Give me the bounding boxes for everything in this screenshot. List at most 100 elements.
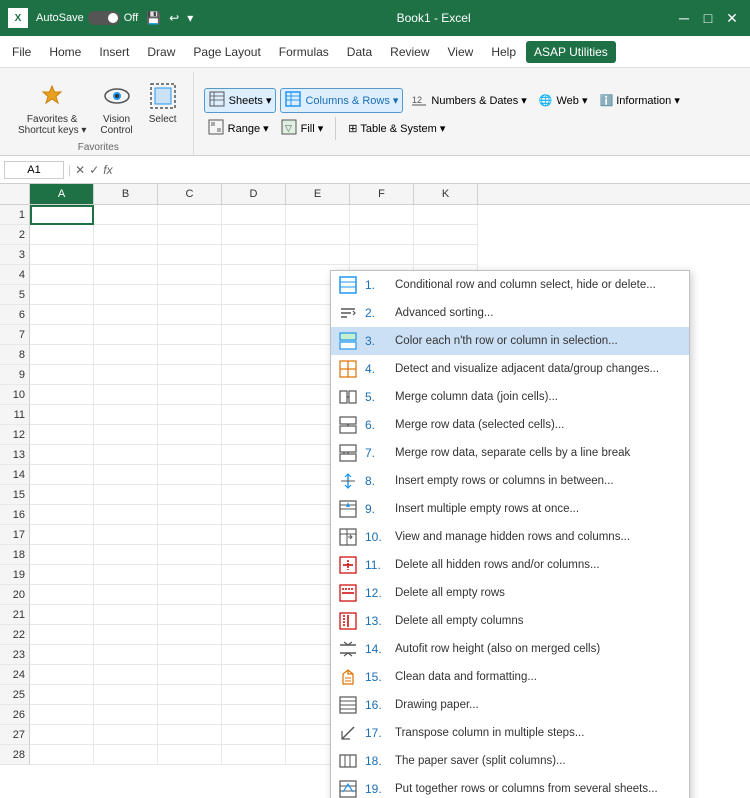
- spreadsheet-cell[interactable]: [222, 745, 286, 765]
- spreadsheet-cell[interactable]: [158, 505, 222, 525]
- spreadsheet-cell[interactable]: [30, 565, 94, 585]
- spreadsheet-cell[interactable]: [30, 245, 94, 265]
- spreadsheet-cell[interactable]: [414, 205, 478, 225]
- menu-asap-utilities[interactable]: ASAP Utilities: [526, 41, 616, 63]
- spreadsheet-cell[interactable]: [94, 705, 158, 725]
- spreadsheet-cell[interactable]: [158, 705, 222, 725]
- spreadsheet-cell[interactable]: [94, 365, 158, 385]
- dropdown-menu-item[interactable]: 16.Drawing paper...: [331, 691, 689, 719]
- spreadsheet-cell[interactable]: [94, 585, 158, 605]
- dropdown-menu-item[interactable]: 15.Clean data and formatting...: [331, 663, 689, 691]
- spreadsheet-cell[interactable]: [94, 245, 158, 265]
- table-system-dropdown-button[interactable]: ⊞ Table & System ▾: [344, 117, 449, 140]
- favorites-shortcut-keys-button[interactable]: Favorites &Shortcut keys ▾: [12, 76, 92, 140]
- spreadsheet-cell[interactable]: [94, 465, 158, 485]
- spreadsheet-cell[interactable]: [222, 645, 286, 665]
- sheets-dropdown-button[interactable]: Sheets ▾: [204, 88, 277, 113]
- spreadsheet-cell[interactable]: [30, 725, 94, 745]
- numbers-dates-dropdown-button[interactable]: 12 Numbers & Dates ▾: [407, 88, 530, 113]
- formula-input[interactable]: [117, 161, 746, 179]
- spreadsheet-cell[interactable]: [222, 405, 286, 425]
- dropdown-menu-item[interactable]: 4.Detect and visualize adjacent data/gro…: [331, 355, 689, 383]
- spreadsheet-cell[interactable]: [222, 485, 286, 505]
- spreadsheet-cell[interactable]: [286, 225, 350, 245]
- dropdown-menu-item[interactable]: 13.Delete all empty columns: [331, 607, 689, 635]
- spreadsheet-cell[interactable]: [158, 745, 222, 765]
- spreadsheet-cell[interactable]: [222, 385, 286, 405]
- dropdown-menu-item[interactable]: 1.Conditional row and column select, hid…: [331, 271, 689, 299]
- spreadsheet-cell[interactable]: [94, 285, 158, 305]
- save-icon[interactable]: 💾: [146, 11, 161, 25]
- spreadsheet-cell[interactable]: [30, 225, 94, 245]
- col-header-a[interactable]: A: [30, 184, 94, 204]
- spreadsheet-cell[interactable]: [158, 285, 222, 305]
- spreadsheet-cell[interactable]: [30, 485, 94, 505]
- spreadsheet-cell[interactable]: [94, 665, 158, 685]
- menu-insert[interactable]: Insert: [91, 41, 137, 63]
- spreadsheet-cell[interactable]: [158, 265, 222, 285]
- spreadsheet-cell[interactable]: [222, 565, 286, 585]
- spreadsheet-cell[interactable]: [158, 485, 222, 505]
- spreadsheet-cell[interactable]: [158, 425, 222, 445]
- menu-draw[interactable]: Draw: [139, 41, 183, 63]
- col-header-e[interactable]: E: [286, 184, 350, 204]
- spreadsheet-cell[interactable]: [30, 465, 94, 485]
- spreadsheet-cell[interactable]: [350, 245, 414, 265]
- spreadsheet-cell[interactable]: [158, 625, 222, 645]
- spreadsheet-cell[interactable]: [30, 285, 94, 305]
- spreadsheet-cell[interactable]: [222, 685, 286, 705]
- insert-function-icon[interactable]: fx: [103, 163, 112, 177]
- spreadsheet-cell[interactable]: [222, 625, 286, 645]
- spreadsheet-cell[interactable]: [222, 225, 286, 245]
- spreadsheet-cell[interactable]: [94, 265, 158, 285]
- spreadsheet-cell[interactable]: [222, 445, 286, 465]
- dropdown-menu-item[interactable]: 8.Insert empty rows or columns in betwee…: [331, 467, 689, 495]
- spreadsheet-cell[interactable]: [158, 565, 222, 585]
- spreadsheet-cell[interactable]: [30, 665, 94, 685]
- spreadsheet-cell[interactable]: [30, 405, 94, 425]
- name-box[interactable]: [4, 161, 64, 179]
- spreadsheet-cell[interactable]: [222, 365, 286, 385]
- spreadsheet-cell[interactable]: [30, 305, 94, 325]
- dropdown-menu-item[interactable]: 10.View and manage hidden rows and colum…: [331, 523, 689, 551]
- dropdown-menu-item[interactable]: 18.The paper saver (split columns)...: [331, 747, 689, 775]
- spreadsheet-cell[interactable]: [94, 505, 158, 525]
- spreadsheet-cell[interactable]: [222, 265, 286, 285]
- select-button[interactable]: Select: [141, 76, 185, 140]
- spreadsheet-cell[interactable]: [158, 385, 222, 405]
- spreadsheet-cell[interactable]: [30, 365, 94, 385]
- menu-page-layout[interactable]: Page Layout: [185, 41, 268, 63]
- spreadsheet-cell[interactable]: [30, 505, 94, 525]
- dropdown-menu-item[interactable]: 2.Advanced sorting...: [331, 299, 689, 327]
- menu-help[interactable]: Help: [483, 41, 524, 63]
- autosave-toggle[interactable]: [88, 11, 120, 25]
- spreadsheet-cell[interactable]: [30, 205, 94, 225]
- spreadsheet-cell[interactable]: [222, 345, 286, 365]
- dropdown-menu-item[interactable]: 5.Merge column data (join cells)...: [331, 383, 689, 411]
- dropdown-menu-item[interactable]: 6.Merge row data (selected cells)...: [331, 411, 689, 439]
- maximize-button[interactable]: □: [698, 8, 718, 28]
- spreadsheet-cell[interactable]: [222, 725, 286, 745]
- spreadsheet-cell[interactable]: [222, 245, 286, 265]
- vision-control-button[interactable]: VisionControl: [94, 76, 138, 140]
- spreadsheet-cell[interactable]: [158, 445, 222, 465]
- spreadsheet-cell[interactable]: [286, 245, 350, 265]
- spreadsheet-cell[interactable]: [30, 685, 94, 705]
- spreadsheet-cell[interactable]: [94, 425, 158, 445]
- spreadsheet-cell[interactable]: [222, 465, 286, 485]
- spreadsheet-cell[interactable]: [222, 205, 286, 225]
- spreadsheet-cell[interactable]: [158, 665, 222, 685]
- spreadsheet-cell[interactable]: [414, 225, 478, 245]
- spreadsheet-cell[interactable]: [286, 205, 350, 225]
- spreadsheet-cell[interactable]: [94, 305, 158, 325]
- spreadsheet-cell[interactable]: [30, 425, 94, 445]
- cancel-formula-icon[interactable]: ✕: [75, 163, 85, 177]
- spreadsheet-cell[interactable]: [30, 385, 94, 405]
- spreadsheet-cell[interactable]: [94, 385, 158, 405]
- spreadsheet-cell[interactable]: [158, 225, 222, 245]
- close-button[interactable]: ✕: [722, 8, 742, 28]
- spreadsheet-cell[interactable]: [222, 285, 286, 305]
- spreadsheet-cell[interactable]: [158, 405, 222, 425]
- spreadsheet-cell[interactable]: [222, 585, 286, 605]
- spreadsheet-cell[interactable]: [222, 545, 286, 565]
